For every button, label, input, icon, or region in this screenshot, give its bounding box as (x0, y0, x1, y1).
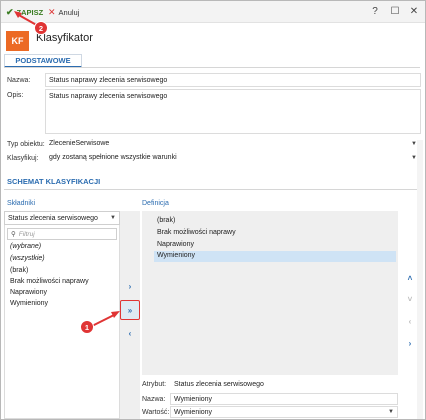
object-type-label: Typ obiektu: (7, 141, 45, 148)
filter-input[interactable]: ⚲ Filtruj (7, 228, 117, 240)
list-item[interactable]: (brak) (10, 267, 28, 274)
name-label: Nazwa: (7, 77, 31, 84)
move-left-button[interactable]: ‹ (120, 326, 140, 340)
section-schema-title: SCHEMAT KLASYFIKACJI (7, 177, 101, 186)
definition-item[interactable]: Brak możliwości naprawy (154, 228, 396, 239)
close-window-icon: ✕ (409, 5, 419, 17)
help-icon: ? (372, 5, 378, 17)
attribute-name-field[interactable]: Wymieniony (170, 393, 398, 405)
chevron-down-icon: ▼ (110, 215, 116, 221)
component-select[interactable]: Status zlecenia serwisowego ▼ (4, 211, 120, 225)
scrollbar[interactable] (417, 140, 423, 419)
save-label: ZAPISZ (16, 7, 44, 17)
attribute-value-select[interactable]: Wymieniony ▼ (170, 406, 398, 418)
attribute-value-label: Wartość: (142, 409, 170, 416)
classify-value: gdy zostaną spełnione wszystkie warunki (49, 154, 177, 161)
close-window-button[interactable]: ✕ (407, 4, 421, 18)
attribute-value: Status zlecenia serwisowego (170, 378, 398, 390)
component-select-value: Status zlecenia serwisowego (8, 215, 98, 222)
description-label: Opis: (7, 92, 24, 99)
classify-select[interactable]: gdy zostaną spełnione wszystkie warunki … (45, 151, 421, 164)
chevron-down-icon: ▼ (388, 409, 394, 415)
components-label: Składniki (7, 200, 36, 207)
classify-label: Klasyfikuj: (7, 155, 39, 162)
chevron-left-icon: ‹ (408, 316, 412, 326)
divider (4, 67, 420, 68)
attribute-value-text: Wymieniony (174, 409, 213, 416)
double-chevron-right-icon: » (127, 305, 133, 315)
outdent-button[interactable]: ‹ (404, 315, 416, 327)
save-button[interactable]: ✔ ZAPISZ (6, 6, 43, 18)
checkmark-icon: ✔ (6, 6, 14, 17)
chevron-down-icon: ˅ (407, 294, 413, 304)
chevron-left-icon: ‹ (128, 328, 132, 338)
list-item[interactable]: Wymieniony (10, 300, 48, 307)
name-field[interactable]: Status naprawy zlecenia serwisowego (45, 73, 421, 87)
list-item[interactable]: (wybrane) (10, 243, 41, 250)
object-type-value: ZlecenieSerwisowe (49, 140, 110, 147)
definition-item-selected[interactable]: Wymieniony (154, 251, 396, 262)
app-logo: KF (6, 31, 29, 51)
list-item[interactable]: Naprawiony (10, 289, 47, 296)
cancel-label: Anuluj (58, 7, 80, 17)
divider (4, 189, 420, 190)
move-right-button[interactable]: › (120, 279, 140, 293)
search-icon: ⚲ (11, 231, 16, 238)
list-item[interactable]: Brak możliwości naprawy (10, 278, 89, 285)
maximize-icon: ☐ (390, 5, 400, 17)
maximize-button[interactable]: ☐ (388, 4, 402, 18)
chevron-up-icon: ˄ (407, 273, 413, 283)
move-up-button[interactable]: ˄ (404, 272, 416, 284)
chevron-right-icon: › (408, 338, 412, 348)
definition-item[interactable]: (brak) (154, 216, 396, 227)
definition-item[interactable]: Naprawiony (154, 240, 396, 251)
description-field[interactable]: Status naprawy zlecenia serwisowego (45, 89, 421, 134)
move-down-button[interactable]: ˅ (404, 293, 416, 305)
tab-basic[interactable]: PODSTAWOWE (4, 54, 82, 68)
help-button[interactable]: ? (368, 4, 382, 18)
annotation-badge-2: 2 (34, 21, 48, 35)
cancel-button[interactable]: ✕ Anuluj (48, 6, 79, 18)
attribute-label: Atrybut: (142, 381, 167, 388)
annotation-badge-1: 1 (80, 320, 94, 334)
definition-label: Definicja (142, 200, 169, 207)
filter-placeholder: Filtruj (18, 230, 35, 238)
list-item[interactable]: (wszystkie) (10, 255, 45, 262)
move-all-right-button[interactable]: » (120, 300, 140, 320)
attribute-name-label: Nazwa: (142, 396, 166, 403)
object-type-select[interactable]: ZlecenieSerwisowe ▼ (45, 137, 421, 150)
chevron-right-icon: › (128, 281, 132, 291)
indent-button[interactable]: › (404, 337, 416, 349)
close-icon: ✕ (48, 6, 56, 17)
